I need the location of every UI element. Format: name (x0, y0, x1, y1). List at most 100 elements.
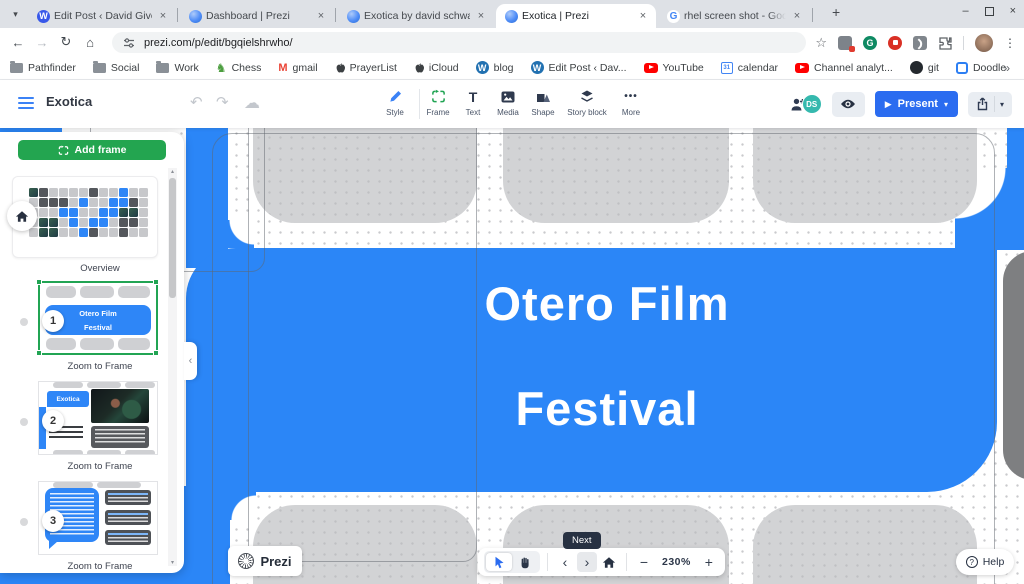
help-button[interactable]: ? Help (956, 549, 1014, 575)
add-frame-button[interactable]: Add frame (18, 140, 166, 160)
zoom-to-frame-label[interactable]: Zoom to Frame (30, 561, 170, 572)
tab-close-icon[interactable]: × (156, 9, 170, 23)
browser-menu-icon[interactable]: ⋮ (1004, 36, 1016, 50)
site-settings-icon[interactable] (122, 36, 136, 50)
cloud-saved-icon: ☁ (244, 93, 260, 113)
select-cursor-tool[interactable] (486, 553, 512, 571)
thumb-exotica-tag: Exotica (47, 391, 89, 407)
bookmark-youtube[interactable]: YouTube (644, 62, 704, 74)
tab-exotica-by[interactable]: Exotica by david schwar × (338, 4, 494, 28)
adblock-icon[interactable] (888, 36, 902, 50)
address-bar: ← → ↻ ⌂ prezi.com/p/edit/bgqielshrwho/ ☆… (0, 28, 1024, 56)
prezi-icon (347, 10, 360, 23)
forward-button[interactable]: → (30, 35, 54, 50)
present-button[interactable]: ▶ Present ▾ (875, 91, 958, 117)
extensions-puzzle-icon[interactable] (938, 36, 952, 50)
drag-handle[interactable] (20, 418, 28, 426)
collaborators[interactable]: DS (789, 94, 822, 114)
tab-title: Exotica | Prezi (522, 10, 632, 22)
tab-close-icon[interactable]: × (790, 9, 804, 23)
bookmark-calendar[interactable]: 31calendar (721, 62, 778, 74)
bookmark-prayerlist[interactable]: PrayerList (335, 62, 397, 74)
bookmarks-bar: Pathfinder Social Work ♞Chess Mgmail Pra… (0, 56, 1024, 80)
close-window-button[interactable]: × (1010, 5, 1016, 17)
tab-search-icon[interactable]: ▾ (7, 6, 24, 23)
tab-dashboard[interactable]: Dashboard | Prezi × (180, 4, 334, 28)
overview-label: Overview (30, 263, 170, 274)
rss-icon[interactable] (913, 36, 927, 50)
user-avatar[interactable]: DS (802, 94, 822, 114)
zoom-to-frame-label[interactable]: Zoom to Frame (30, 361, 170, 372)
profile-avatar[interactable] (975, 34, 993, 52)
tab-title: Dashboard | Prezi (206, 10, 310, 22)
restore-button[interactable] (985, 7, 994, 16)
zoom-to-frame-label[interactable]: Zoom to Frame (30, 461, 170, 472)
tool-more[interactable]: ••• More (609, 88, 653, 117)
bookmark-git[interactable]: git (910, 61, 939, 74)
tab-edit-post[interactable]: W Edit Post ‹ David Given — × (28, 4, 176, 28)
zoom-in-button[interactable]: + (699, 552, 719, 572)
canvas-dark-tile[interactable] (1003, 251, 1024, 480)
tab-close-icon[interactable]: × (474, 9, 488, 23)
hamburger-menu-icon[interactable] (18, 97, 34, 99)
scroll-up-icon[interactable]: ▴ (171, 168, 174, 175)
back-button[interactable]: ← (6, 35, 30, 50)
home-view-button[interactable] (599, 552, 619, 572)
slide-title[interactable]: Otero Film Festival (250, 276, 964, 436)
preview-button[interactable] (832, 92, 865, 117)
tool-shape[interactable]: Shape (521, 88, 565, 117)
shape-icon (536, 88, 551, 105)
bookmark-blog[interactable]: Wblog (476, 61, 514, 74)
grammarly-icon[interactable]: G (863, 36, 877, 50)
scrollbar-thumb[interactable] (169, 178, 176, 298)
bookmark-gmail[interactable]: Mgmail (278, 62, 317, 74)
drag-handle[interactable] (20, 518, 28, 526)
thumb-dark-textbox (105, 510, 151, 525)
bookmark-edit-post[interactable]: WEdit Post ‹ Dav... (531, 61, 627, 74)
zoom-out-button[interactable]: − (634, 552, 654, 572)
minimize-button[interactable]: – (962, 5, 968, 17)
bookmark-channel-analytics[interactable]: Channel analyt... (795, 62, 893, 74)
share-button[interactable]: ▾ (968, 92, 1012, 117)
previous-button[interactable]: ‹ (555, 552, 575, 572)
prezi-toolbar: Exotica ↶ ↷ ☁ Style Frame T Text Media S… (0, 80, 1024, 128)
extension-icon[interactable] (838, 36, 852, 50)
redo-icon[interactable]: ↷ (216, 93, 229, 111)
frames-sidebar: Add frame Overview Otero FilmFestival 1 … (0, 132, 184, 573)
tool-style[interactable]: Style (373, 88, 417, 117)
next-tooltip: Next (563, 532, 601, 549)
sidebar-scrollbar[interactable]: ▴ ▾ (168, 168, 177, 566)
bookmarks-overflow-icon[interactable]: » (1003, 61, 1010, 75)
bookmark-work[interactable]: Work (156, 62, 198, 74)
chevron-down-icon: ▾ (944, 100, 948, 109)
bookmark-chess[interactable]: ♞Chess (216, 62, 262, 74)
prezi-logo-icon (238, 553, 254, 569)
drag-handle[interactable] (20, 318, 28, 326)
bookmark-pathfinder[interactable]: Pathfinder (10, 62, 76, 74)
bookmark-icloud[interactable]: iCloud (414, 62, 459, 74)
eye-icon (840, 98, 856, 110)
undo-icon[interactable]: ↶ (190, 93, 203, 111)
selection-handle (153, 279, 159, 285)
home-button[interactable]: ⌂ (78, 35, 102, 50)
tab-exotica-active[interactable]: Exotica | Prezi × (496, 4, 656, 28)
sidebar-collapse-button[interactable]: ‹ (184, 342, 197, 380)
new-tab-button[interactable]: + (828, 4, 844, 20)
tab-close-icon[interactable]: × (636, 9, 650, 23)
overview-card[interactable] (12, 176, 158, 258)
next-button[interactable]: › (577, 552, 597, 572)
reload-button[interactable]: ↻ (54, 34, 78, 50)
scroll-down-icon[interactable]: ▾ (171, 559, 174, 566)
window-controls: – × (962, 5, 1016, 17)
url-bar[interactable]: prezi.com/p/edit/bgqielshrwho/ (112, 32, 806, 53)
frame-number-badge: 2 (42, 410, 64, 432)
bookmark-social[interactable]: Social (93, 62, 140, 74)
tab-rhel-search[interactable]: G rhel screen shot - Google × (658, 4, 810, 28)
bookmark-star-icon[interactable]: ☆ (815, 35, 827, 51)
bookmark-doodle[interactable]: Doodle (956, 62, 1006, 74)
tool-story-block[interactable]: Story block (560, 88, 614, 117)
tab-title: Edit Post ‹ David Given — (54, 10, 152, 22)
tab-close-icon[interactable]: × (314, 9, 328, 23)
pan-hand-tool[interactable] (512, 553, 538, 571)
tab-separator (177, 8, 178, 22)
